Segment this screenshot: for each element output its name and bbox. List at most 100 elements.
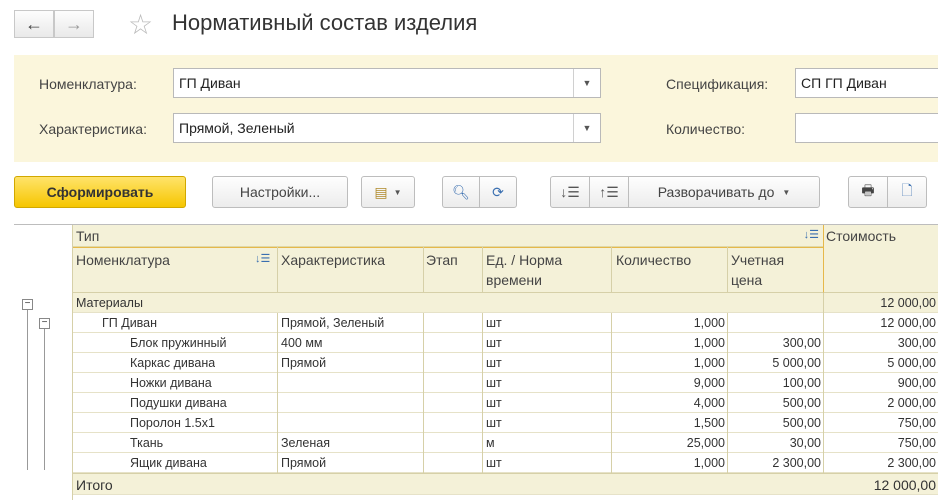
group-cost: 12 000,00	[880, 296, 936, 310]
material-quantity: 1,500	[693, 416, 725, 430]
sort-icon[interactable]: ↓☰	[804, 228, 819, 241]
product-price	[729, 313, 821, 333]
material-cost: 2 000,00	[887, 396, 936, 410]
header-columns: Номенклатура ↓☰ Характеристика Этап Ед. …	[73, 247, 823, 293]
material-price: 500,00	[782, 416, 821, 430]
back-button[interactable]: ←	[14, 10, 54, 38]
characteristic-value: Прямой, Зеленый	[179, 120, 295, 136]
material-unit: шт	[486, 376, 502, 390]
chevron-down-icon: ▼	[393, 187, 402, 197]
search-replace-button[interactable]: ⟳	[479, 176, 517, 208]
quantity-label: Количество:	[666, 121, 746, 137]
header-stage[interactable]: Этап	[426, 252, 458, 268]
product-name: ГП Диван	[102, 316, 158, 330]
nomenclature-field[interactable]: ГП Диван ▼	[173, 68, 601, 98]
material-cost: 300,00	[897, 336, 936, 350]
sort-icon[interactable]: ↓☰	[255, 252, 270, 265]
header-quantity[interactable]: Количество	[616, 252, 691, 268]
material-unit: шт	[486, 336, 502, 350]
material-unit: шт	[486, 456, 502, 470]
product-row[interactable]: ГП Диван Прямой, Зеленый шт 1,000 12 000…	[73, 313, 938, 333]
printer-icon: 🖶	[861, 182, 875, 198]
characteristic-label: Характеристика:	[39, 121, 147, 137]
material-unit: м	[486, 436, 495, 450]
material-cost: 900,00	[897, 376, 936, 390]
material-name: Ящик дивана	[130, 456, 207, 470]
search-button[interactable]: 🔍︎	[442, 176, 480, 208]
material-characteristic: Прямой	[281, 456, 327, 470]
search-next-icon: ⟳	[492, 183, 504, 200]
dropdown-icon[interactable]: ▼	[573, 114, 600, 142]
group-row[interactable]: Материалы 12 000,00	[73, 293, 938, 313]
total-label: Итого	[76, 477, 113, 493]
total-cost: 12 000,00	[873, 477, 936, 493]
page-title: Нормативный состав изделия	[172, 10, 478, 35]
group-type: Материалы	[76, 296, 143, 310]
report-table: Тип ↓☰ Номенклатура ↓☰ Характеристика Эт…	[14, 224, 938, 500]
material-name: Поролон 1.5х1	[130, 416, 215, 430]
settings-button[interactable]: Настройки...	[212, 176, 348, 208]
material-unit: шт	[486, 416, 502, 430]
dropdown-icon[interactable]: ▼	[573, 69, 600, 97]
header-price-1[interactable]: Учетная	[731, 252, 784, 268]
sort-descending-button[interactable]: ↓☰	[550, 176, 590, 208]
material-unit: шт	[486, 356, 502, 370]
material-cost: 750,00	[897, 436, 936, 450]
material-characteristic: 400 мм	[281, 336, 323, 350]
material-name: Ткань	[130, 436, 164, 450]
sort-ascending-icon: ↑☰	[599, 183, 619, 200]
arrow-left-icon: ←	[25, 13, 43, 34]
table-row[interactable]: Ножки дивана шт 9,000 100,00 900,00	[73, 373, 938, 393]
report-variants-icon: ▤	[374, 183, 388, 200]
arrow-right-icon: →	[65, 13, 83, 34]
table-row[interactable]: Блок пружинный 400 мм шт 1,000 300,00 300,00	[73, 333, 938, 353]
collapse-product-button[interactable]: −	[39, 318, 50, 329]
tree-line	[27, 310, 28, 470]
quantity-field[interactable]	[795, 113, 938, 143]
generate-button[interactable]: Сформировать	[14, 176, 186, 208]
print-button[interactable]: 🖶	[848, 176, 888, 208]
header-unit-norm-2: времени	[486, 272, 542, 288]
material-price: 2 300,00	[772, 456, 821, 470]
header-unit-norm-1[interactable]: Ед. / Норма	[486, 252, 562, 268]
table-row[interactable]: Ящик дивана Прямой шт 1,000 2 300,00 2 300,00	[73, 453, 938, 473]
chevron-down-icon: ▼	[782, 187, 791, 197]
material-quantity: 1,000	[693, 356, 725, 370]
sort-ascending-button[interactable]: ↑☰	[589, 176, 629, 208]
material-characteristic: Прямой	[281, 356, 327, 370]
material-name: Подушки дивана	[130, 396, 227, 410]
expand-to-label: Разворачивать до	[657, 184, 775, 200]
table-row[interactable]: Ткань Зеленая м 25,000 30,00 750,00	[73, 433, 938, 453]
material-name: Блок пружинный	[130, 336, 227, 350]
material-characteristic: Зеленая	[281, 436, 330, 450]
product-quantity: 1,000	[693, 316, 725, 330]
material-price: 5 000,00	[772, 356, 821, 370]
header-type: Тип ↓☰	[73, 225, 823, 247]
search-icon: 🔍︎	[452, 183, 470, 200]
header-nomenclature[interactable]: Номенклатура	[76, 252, 170, 268]
collapse-group-button[interactable]: −	[22, 299, 33, 310]
sort-descending-icon: ↓☰	[560, 183, 580, 200]
material-quantity: 1,000	[693, 336, 725, 350]
form-panel: Номенклатура: ГП Диван ▼ Характеристика:…	[14, 55, 938, 162]
table-row[interactable]: Подушки дивана шт 4,000 500,00 2 000,00	[73, 393, 938, 413]
material-cost: 750,00	[897, 416, 936, 430]
variants-button[interactable]: ▤ ▼	[361, 176, 415, 208]
header-characteristic[interactable]: Характеристика	[281, 252, 385, 268]
material-quantity: 1,000	[693, 456, 725, 470]
product-characteristic: Прямой, Зеленый	[281, 316, 385, 330]
material-quantity: 4,000	[693, 396, 725, 410]
characteristic-field[interactable]: Прямой, Зеленый ▼	[173, 113, 601, 143]
nomenclature-value: ГП Диван	[179, 75, 241, 91]
material-cost: 2 300,00	[887, 456, 936, 470]
specification-field[interactable]: СП ГП Диван	[795, 68, 938, 98]
table-row[interactable]: Каркас дивана Прямой шт 1,000 5 000,00 5 000,…	[73, 353, 938, 373]
star-icon[interactable]: ☆	[128, 8, 153, 41]
table-row[interactable]: Поролон 1.5х1 шт 1,500 500,00 750,00	[73, 413, 938, 433]
expand-to-button[interactable]: Разворачивать до ▼	[628, 176, 820, 208]
total-row: Итого 12 000,00	[73, 473, 938, 495]
preview-button[interactable]: 🗋	[887, 176, 927, 208]
forward-button[interactable]: →	[54, 10, 94, 38]
header-cost[interactable]: Стоимость	[823, 225, 938, 293]
material-quantity: 9,000	[693, 376, 725, 390]
